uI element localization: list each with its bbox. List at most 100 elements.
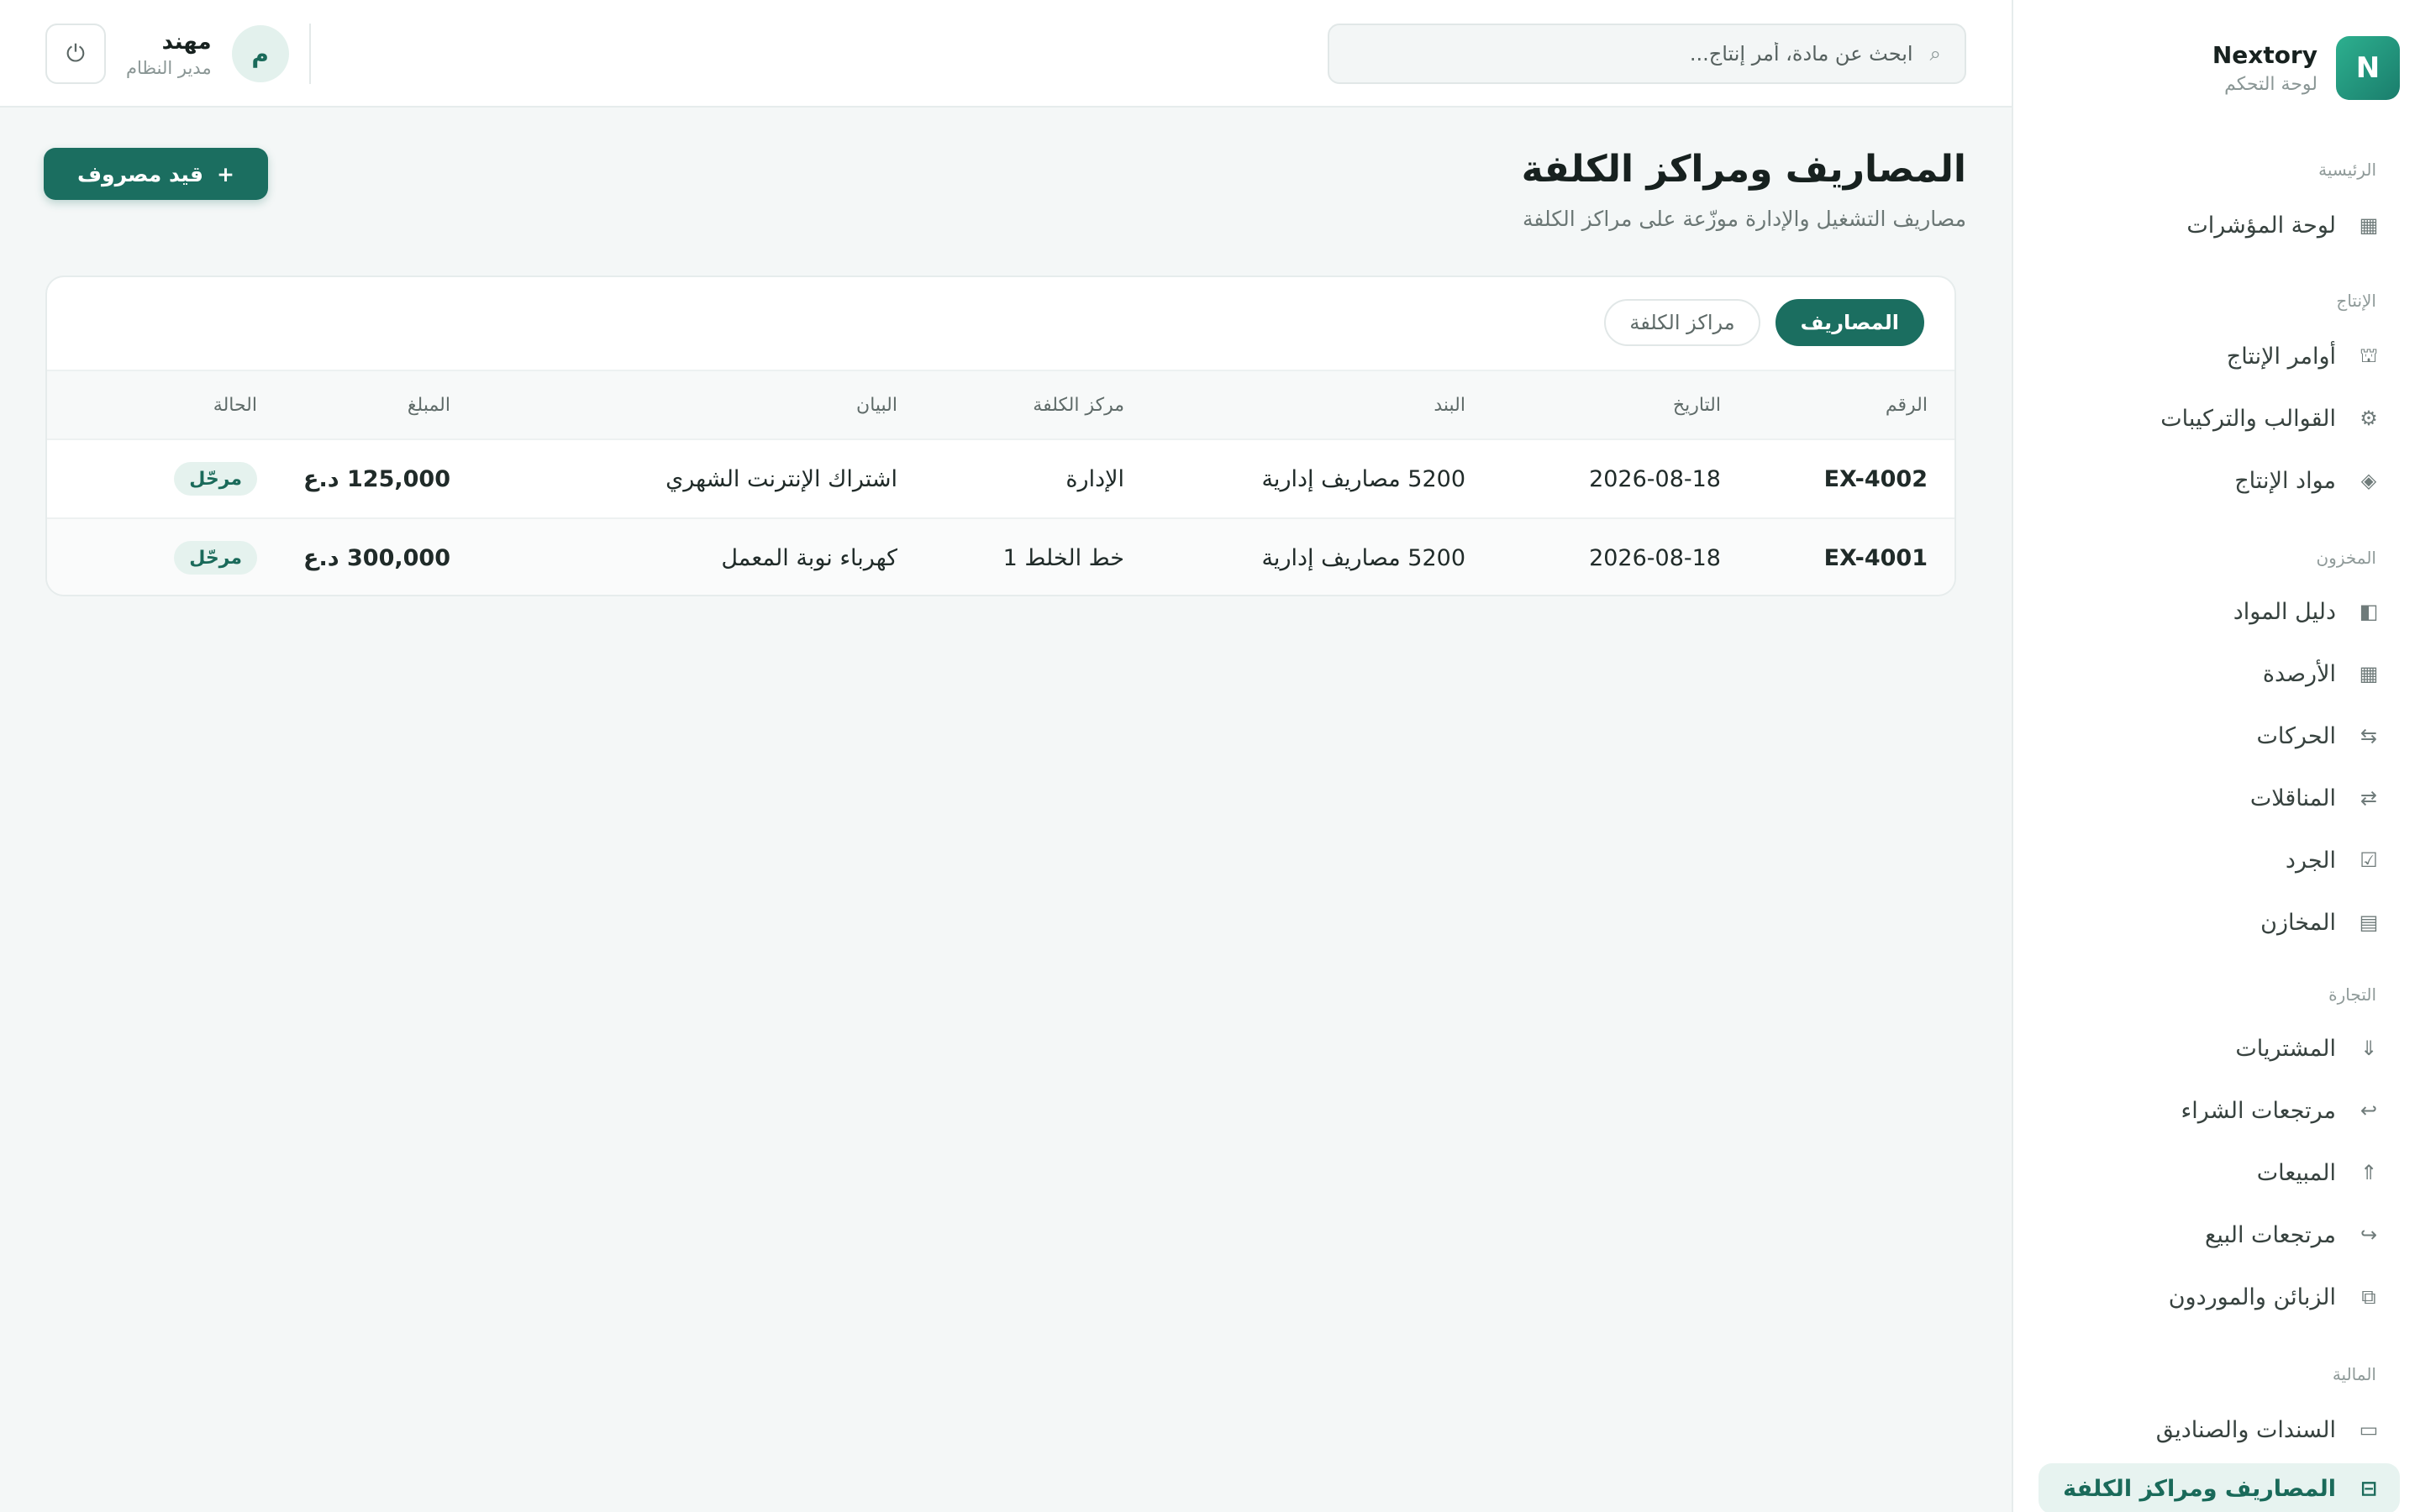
nav-section-home: الرئيسية bbox=[2318, 160, 2376, 180]
page-subtitle: مصاريف التشغيل والإدارة موزّعة على مراكز… bbox=[1522, 207, 1966, 231]
return-forward-icon: ↪ bbox=[2360, 1223, 2378, 1247]
return-icon: ↩ bbox=[2360, 1099, 2378, 1122]
sidebar-item-expenses-cost-centers[interactable]: ⊟ المصاريف ومراكز الكلفة bbox=[2039, 1463, 2400, 1512]
sidebar-item-stocktake[interactable]: ☑ الجرد bbox=[2039, 835, 2400, 885]
header-description[interactable]: البيان bbox=[856, 371, 897, 438]
sidebar-item-purchases[interactable]: ⇓ المشتريات bbox=[2039, 1023, 2400, 1074]
search-box[interactable]: ⌕ bbox=[1328, 24, 1966, 84]
sidebar-item-label: الجرد bbox=[2285, 847, 2336, 874]
sidebar-item-production-orders[interactable]: ⛫ أوامر الإنتاج bbox=[2039, 331, 2400, 381]
sidebar-item-movements[interactable]: ⇆ الحركات bbox=[2039, 711, 2400, 761]
diamond-icon: ◈ bbox=[2360, 469, 2377, 492]
header-item[interactable]: البند bbox=[1434, 371, 1465, 438]
sidebar-item-production-materials[interactable]: ◈ مواد الإنتاج bbox=[2039, 455, 2400, 506]
nav-section-production: الإنتاج bbox=[2336, 291, 2376, 311]
gear-icon: ⚙ bbox=[2360, 407, 2378, 430]
brand-logo: N bbox=[2336, 36, 2400, 100]
sidebar-item-label: المخازن bbox=[2260, 909, 2336, 936]
sidebar-item-label: الأرصدة bbox=[2262, 660, 2336, 687]
sidebar-item-dashboard[interactable]: ▦ لوحة المؤشرات bbox=[2039, 200, 2400, 250]
sidebar-item-customers-suppliers[interactable]: ⧉ الزبائن والموردون bbox=[2039, 1272, 2400, 1322]
warehouse-icon: ▤ bbox=[2359, 911, 2379, 934]
movements-icon: ⇆ bbox=[2360, 724, 2378, 748]
sidebar-item-materials-guide[interactable]: ◧ دليل المواد bbox=[2039, 586, 2400, 637]
book-icon: ◧ bbox=[2359, 600, 2379, 623]
user-info: مهند مدير النظام bbox=[126, 29, 212, 78]
brand-subtitle: لوحة التحكم bbox=[2224, 74, 2317, 95]
header-amount[interactable]: المبلغ bbox=[408, 371, 450, 438]
topbar: ⌕ م مهند مدير النظام ⏻ bbox=[0, 0, 2012, 108]
cell-description: كهرباء نوبة المعمل bbox=[721, 544, 897, 571]
avatar[interactable]: م bbox=[231, 25, 289, 82]
cell-cost-center: الإدارة bbox=[1065, 465, 1124, 492]
nav-section-finance: المالية bbox=[2332, 1364, 2376, 1384]
add-expense-label: قيد مصروف bbox=[77, 161, 203, 186]
sidebar-item-label: مرتجعات الشراء bbox=[2181, 1097, 2336, 1124]
brand[interactable]: N Nextory لوحة التحكم bbox=[2030, 34, 2400, 102]
sidebar-item-label: المبيعات bbox=[2256, 1159, 2336, 1186]
table-row[interactable]: EX-4001 2026-08-18 5200 مصاريف إدارية خط… bbox=[47, 519, 1954, 595]
header-id[interactable]: الرقم bbox=[1886, 371, 1928, 438]
search-icon: ⌕ bbox=[1929, 42, 1941, 66]
sidebar-item-label: مواد الإنتاج bbox=[2234, 467, 2336, 494]
nav-section-inventory: المخزون bbox=[2316, 548, 2376, 568]
sidebar-item-label: المشتريات bbox=[2235, 1035, 2336, 1062]
cell-amount: 125,000 د.ع bbox=[303, 465, 450, 492]
page-title: المصاريف ومراكز الكلفة bbox=[1521, 148, 1966, 191]
sidebar-item-label: مرتجعات البيع bbox=[2205, 1221, 2336, 1248]
arrow-down-icon: ⇓ bbox=[2360, 1037, 2378, 1060]
cash-icon: ▭ bbox=[2359, 1418, 2379, 1441]
sidebar: N Nextory لوحة التحكم الرئيسية ▦ لوحة ال… bbox=[2012, 0, 2420, 1512]
header-cost-center[interactable]: مركز الكلفة bbox=[1033, 371, 1124, 438]
topbar-divider bbox=[308, 24, 311, 84]
sidebar-item-transfers[interactable]: ⇄ المناقلات bbox=[2039, 773, 2400, 823]
sidebar-item-label: السندات والصناديق bbox=[2155, 1416, 2336, 1443]
cell-id: EX-4001 bbox=[1823, 544, 1928, 571]
sidebar-item-label: الزبائن والموردون bbox=[2168, 1284, 2336, 1310]
sidebar-item-label: المصاريف ومراكز الكلفة bbox=[2063, 1475, 2336, 1502]
transfer-icon: ⇄ bbox=[2360, 786, 2378, 810]
cell-date: 2026-08-18 bbox=[1589, 544, 1721, 571]
header-date[interactable]: التاريخ bbox=[1673, 371, 1721, 438]
grid-icon: ▦ bbox=[2359, 662, 2379, 685]
cell-description: اشتراك الإنترنت الشهري bbox=[666, 465, 897, 492]
user-role: مدير النظام bbox=[126, 58, 212, 78]
brand-name: Nextory bbox=[2212, 41, 2317, 69]
sidebar-item-label: المناقلات bbox=[2249, 785, 2336, 811]
search-input[interactable] bbox=[1353, 42, 1913, 66]
logout-button[interactable]: ⏻ bbox=[45, 24, 106, 84]
sidebar-item-sales[interactable]: ⇑ المبيعات bbox=[2039, 1147, 2400, 1198]
sidebar-item-balances[interactable]: ▦ الأرصدة bbox=[2039, 648, 2400, 699]
cell-item: 5200 مصاريف إدارية bbox=[1261, 465, 1465, 492]
header-status[interactable]: الحالة bbox=[213, 371, 257, 438]
cell-cost-center: خط الخلط 1 bbox=[1002, 544, 1124, 571]
status-badge: مرحّل bbox=[174, 462, 257, 496]
sidebar-item-templates[interactable]: ⚙ القوالب والتركيبات bbox=[2039, 393, 2400, 444]
sidebar-item-warehouses[interactable]: ▤ المخازن bbox=[2039, 897, 2400, 948]
user-name: مهند bbox=[161, 29, 212, 55]
expenses-card: المصاريف مراكز الكلفة الرقم التاريخ البن… bbox=[45, 276, 1956, 596]
cell-amount: 300,000 د.ع bbox=[303, 544, 450, 571]
status-badge: مرحّل bbox=[174, 541, 257, 575]
tab-cost-centers[interactable]: مراكز الكلفة bbox=[1604, 299, 1760, 346]
sidebar-item-label: لوحة المؤشرات bbox=[2186, 212, 2336, 239]
table-row[interactable]: EX-4002 2026-08-18 5200 مصاريف إدارية ال… bbox=[47, 440, 1954, 519]
sidebar-item-label: أوامر الإنتاج bbox=[2226, 343, 2336, 370]
grid-icon: ▦ bbox=[2359, 213, 2379, 237]
tabs: المصاريف مراكز الكلفة bbox=[1604, 299, 1924, 346]
sidebar-item-sales-returns[interactable]: ↪ مرتجعات البيع bbox=[2039, 1210, 2400, 1260]
nav-section-trade: التجارة bbox=[2328, 984, 2376, 1005]
factory-icon: ⛫ bbox=[2359, 343, 2379, 367]
power-icon: ⏻ bbox=[66, 39, 86, 66]
cell-date: 2026-08-18 bbox=[1589, 465, 1721, 492]
tab-expenses[interactable]: المصاريف bbox=[1775, 299, 1924, 346]
expenses-table: الرقم التاريخ البند مركز الكلفة البيان ا… bbox=[47, 370, 1954, 595]
plus-icon: + bbox=[216, 161, 234, 186]
sidebar-item-purchase-returns[interactable]: ↩ مرتجعات الشراء bbox=[2039, 1085, 2400, 1136]
checkbox-icon: ☑ bbox=[2360, 848, 2378, 872]
add-expense-button[interactable]: + قيد مصروف bbox=[44, 148, 268, 200]
sidebar-item-vouchers-cashboxes[interactable]: ▭ السندات والصناديق bbox=[2039, 1404, 2400, 1455]
app-root: N Nextory لوحة التحكم الرئيسية ▦ لوحة ال… bbox=[0, 0, 2420, 1512]
user-area: م مهند مدير النظام ⏻ bbox=[45, 24, 318, 84]
sidebar-item-label: دليل المواد bbox=[2233, 598, 2336, 625]
